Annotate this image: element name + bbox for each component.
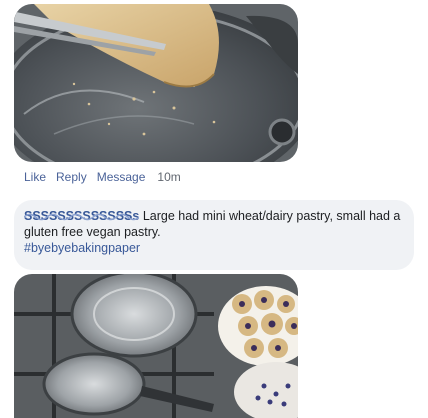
comment-bubble: SSSSSSSSSSSSSs Large had mini wheat/dair… xyxy=(14,200,414,270)
comment-photo-stove-tarts[interactable] xyxy=(14,274,298,418)
pan-pastry-image xyxy=(14,4,298,162)
comment-actions: Like Reply Message 10m xyxy=(24,170,181,184)
hashtag-link[interactable]: #byebyebakingpaper xyxy=(24,240,140,256)
like-link[interactable]: Like xyxy=(24,170,46,184)
comment-author-text: SSSSSSSSSSSSSs xyxy=(24,209,140,223)
comment-timestamp[interactable]: 10m xyxy=(157,170,180,184)
reply-link[interactable]: Reply xyxy=(56,170,87,184)
comment-author-name[interactable]: SSSSSSSSSSSSSs xyxy=(24,208,140,224)
message-link[interactable]: Message xyxy=(97,170,146,184)
stove-tarts-image xyxy=(14,274,298,418)
comment-photo-pan-pastry[interactable] xyxy=(14,4,298,162)
